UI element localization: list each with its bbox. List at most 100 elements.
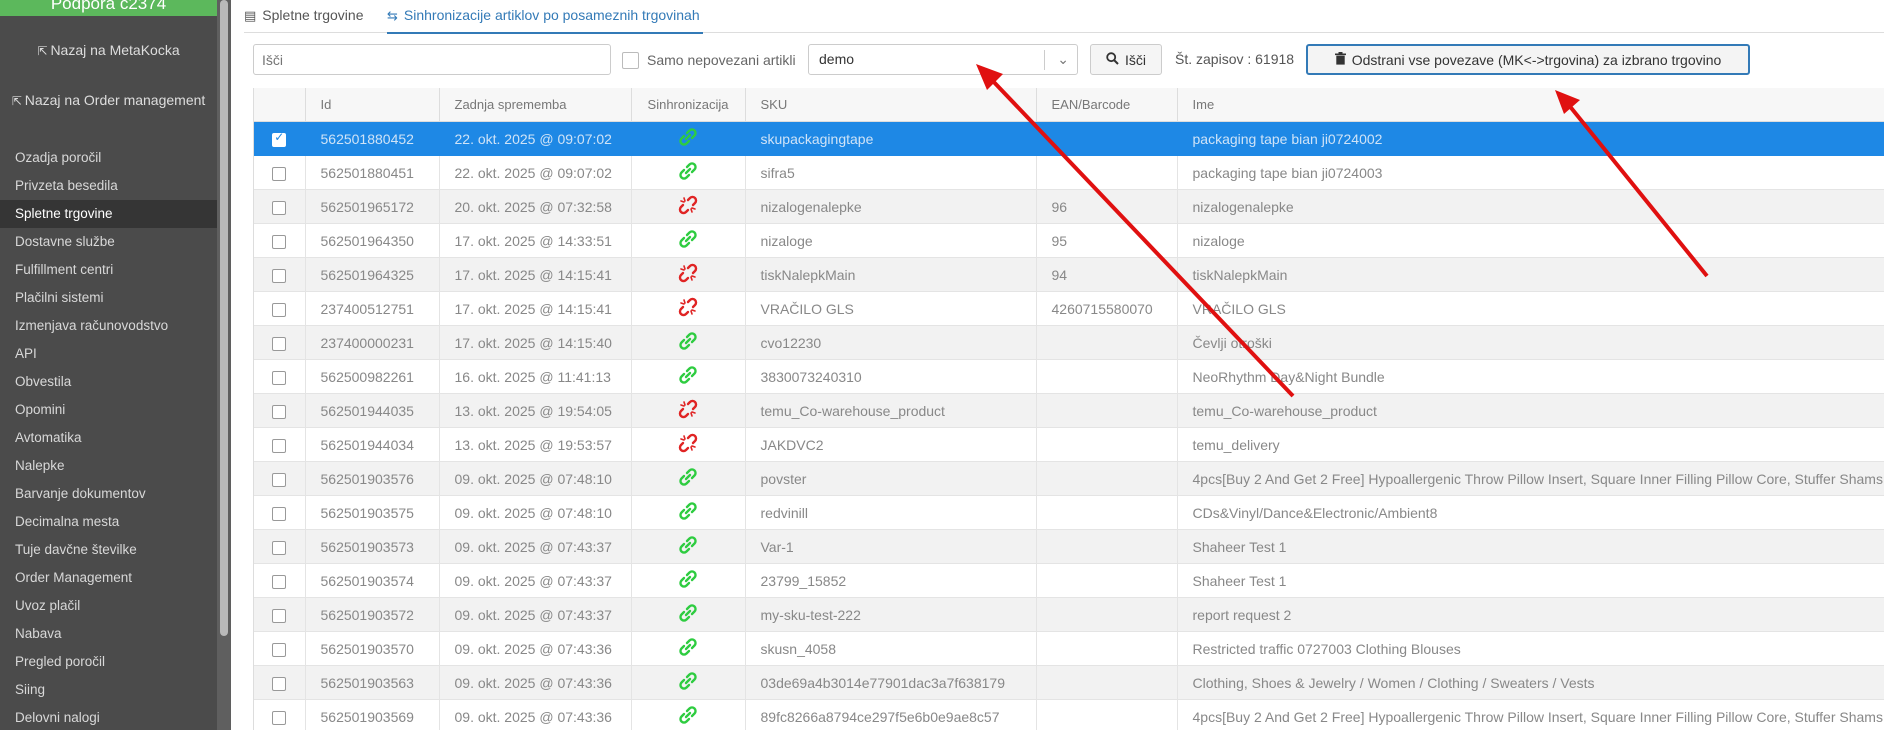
sidebar-menu-item[interactable]: Delovni nalogi	[0, 704, 217, 730]
row-checkbox[interactable]	[272, 370, 287, 385]
row-select-cell[interactable]	[254, 699, 306, 730]
cell-sync[interactable]	[631, 393, 746, 428]
sidebar-menu-item[interactable]: Avtomatika	[0, 424, 217, 452]
sidebar-menu-item[interactable]: Dostavne službe	[0, 228, 217, 256]
link-icon[interactable]	[677, 228, 699, 253]
cell-sync[interactable]	[631, 325, 746, 360]
row-select-cell[interactable]	[254, 461, 306, 496]
row-checkbox[interactable]	[272, 166, 287, 181]
cell-sync[interactable]	[631, 563, 746, 598]
row-checkbox[interactable]	[272, 472, 287, 487]
table-row[interactable]: 562501964325 17. okt. 2025 @ 14:15:41 tisk…	[254, 257, 1884, 292]
row-checkbox[interactable]	[272, 130, 287, 147]
row-checkbox[interactable]	[272, 336, 287, 351]
tab-sinhronizacije[interactable]: ⇆ Sinhronizacije artiklov po posameznih t…	[387, 0, 703, 34]
cell-sync[interactable]	[631, 597, 746, 632]
row-checkbox[interactable]	[272, 608, 287, 623]
cell-sync[interactable]	[631, 155, 746, 190]
row-select-cell[interactable]	[254, 325, 306, 360]
link-icon[interactable]	[677, 466, 699, 491]
sidebar-menu-item[interactable]: Opomini	[0, 396, 217, 424]
row-select-cell[interactable]	[254, 121, 306, 156]
row-select-cell[interactable]	[254, 257, 306, 292]
table-row[interactable]: 237400512751 17. okt. 2025 @ 14:15:41 VRAČ…	[254, 291, 1884, 326]
sidebar-menu-item[interactable]: Siing	[0, 676, 217, 704]
row-checkbox[interactable]	[272, 302, 287, 317]
row-checkbox[interactable]	[272, 506, 287, 521]
cell-sync[interactable]	[631, 291, 746, 326]
cell-sync[interactable]	[631, 665, 746, 700]
row-select-cell[interactable]	[254, 597, 306, 632]
select-all-header[interactable]	[254, 88, 306, 122]
row-select-cell[interactable]	[254, 631, 306, 666]
back-to-order-management-link[interactable]: ⇱ Nazaj na Order management	[0, 92, 217, 108]
link-icon[interactable]	[677, 704, 699, 729]
store-select[interactable]: demo ⌄	[808, 44, 1078, 75]
row-select-cell[interactable]	[254, 359, 306, 394]
broken-link-icon[interactable]	[677, 194, 699, 219]
row-checkbox[interactable]	[272, 540, 287, 555]
chevron-down-icon[interactable]: ⌄	[1057, 51, 1069, 68]
sidebar-menu-item[interactable]: Order Management	[0, 564, 217, 592]
table-row[interactable]: 562501903576 09. okt. 2025 @ 07:48:10 povs…	[254, 461, 1884, 496]
table-row[interactable]: 562501903569 09. okt. 2025 @ 07:43:36 89fc…	[254, 699, 1884, 730]
row-checkbox[interactable]	[272, 200, 287, 215]
table-row[interactable]: 562501965172 20. okt. 2025 @ 07:32:58 niza…	[254, 189, 1884, 224]
cell-sync[interactable]	[631, 257, 746, 292]
sidebar-scrollbar-thumb[interactable]	[220, 0, 228, 636]
table-row[interactable]: 562501880451 22. okt. 2025 @ 09:07:02 sifr…	[254, 155, 1884, 190]
row-checkbox[interactable]	[272, 404, 287, 419]
search-button[interactable]: Išči	[1090, 44, 1162, 75]
row-select-cell[interactable]	[254, 189, 306, 224]
cell-sync[interactable]	[631, 359, 746, 394]
table-row[interactable]: 237400000231 17. okt. 2025 @ 14:15:40 cvo1…	[254, 325, 1884, 360]
link-icon[interactable]	[677, 126, 699, 151]
link-icon[interactable]	[677, 636, 699, 661]
column-header-modified[interactable]: Zadnja sprememba	[439, 88, 632, 122]
cell-sync[interactable]	[631, 529, 746, 564]
sidebar-menu-item[interactable]: Obvestila	[0, 368, 217, 396]
link-icon[interactable]	[677, 330, 699, 355]
link-icon[interactable]	[677, 500, 699, 525]
table-row[interactable]: 562501903563 09. okt. 2025 @ 07:43:36 03de…	[254, 665, 1884, 700]
sidebar-menu-item[interactable]: Spletne trgovine	[0, 200, 217, 228]
row-select-cell[interactable]	[254, 393, 306, 428]
sidebar-menu-item[interactable]: Tuje davčne številke	[0, 536, 217, 564]
cell-sync[interactable]	[631, 699, 746, 730]
broken-link-icon[interactable]	[677, 398, 699, 423]
search-input[interactable]	[253, 44, 611, 75]
column-header-id[interactable]: Id	[305, 88, 440, 122]
checkbox-box[interactable]	[622, 51, 639, 69]
table-row[interactable]: 562501903570 09. okt. 2025 @ 07:43:36 skus…	[254, 631, 1884, 666]
column-header-sku[interactable]: SKU	[745, 88, 1037, 122]
back-to-metakocka-link[interactable]: ⇱ Nazaj na MetaKocka	[0, 42, 217, 58]
sidebar-menu-item[interactable]: Decimalna mesta	[0, 508, 217, 536]
row-checkbox[interactable]	[272, 642, 287, 657]
table-row[interactable]: 562501944034 13. okt. 2025 @ 19:53:57 JAKD…	[254, 427, 1884, 462]
row-checkbox[interactable]	[272, 676, 287, 691]
row-checkbox[interactable]	[272, 710, 287, 725]
link-icon[interactable]	[677, 534, 699, 559]
sidebar-menu-item[interactable]: Fulfillment centri	[0, 256, 217, 284]
table-row[interactable]: 562501964350 17. okt. 2025 @ 14:33:51 niza…	[254, 223, 1884, 258]
table-row[interactable]: 562501944035 13. okt. 2025 @ 19:54:05 temu…	[254, 393, 1884, 428]
row-checkbox[interactable]	[272, 268, 287, 283]
broken-link-icon[interactable]	[677, 262, 699, 287]
sidebar-menu-item[interactable]: Plačilni sistemi	[0, 284, 217, 312]
cell-sync[interactable]	[631, 461, 746, 496]
row-select-cell[interactable]	[254, 223, 306, 258]
cell-sync[interactable]	[631, 631, 746, 666]
cell-sync[interactable]	[631, 427, 746, 462]
sidebar-menu-item[interactable]: Barvanje dokumentov	[0, 480, 217, 508]
row-select-cell[interactable]	[254, 495, 306, 530]
link-icon[interactable]	[677, 602, 699, 627]
table-row[interactable]: 562501903572 09. okt. 2025 @ 07:43:37 my-s…	[254, 597, 1884, 632]
broken-link-icon[interactable]	[677, 432, 699, 457]
row-checkbox[interactable]	[272, 234, 287, 249]
link-icon[interactable]	[677, 364, 699, 389]
tab-spletne-trgovine[interactable]: ▤ Spletne trgovine	[244, 0, 374, 32]
row-select-cell[interactable]	[254, 155, 306, 190]
table-row[interactable]: 562501903574 09. okt. 2025 @ 07:43:37 2379…	[254, 563, 1884, 598]
row-checkbox[interactable]	[272, 574, 287, 589]
link-icon[interactable]	[677, 568, 699, 593]
